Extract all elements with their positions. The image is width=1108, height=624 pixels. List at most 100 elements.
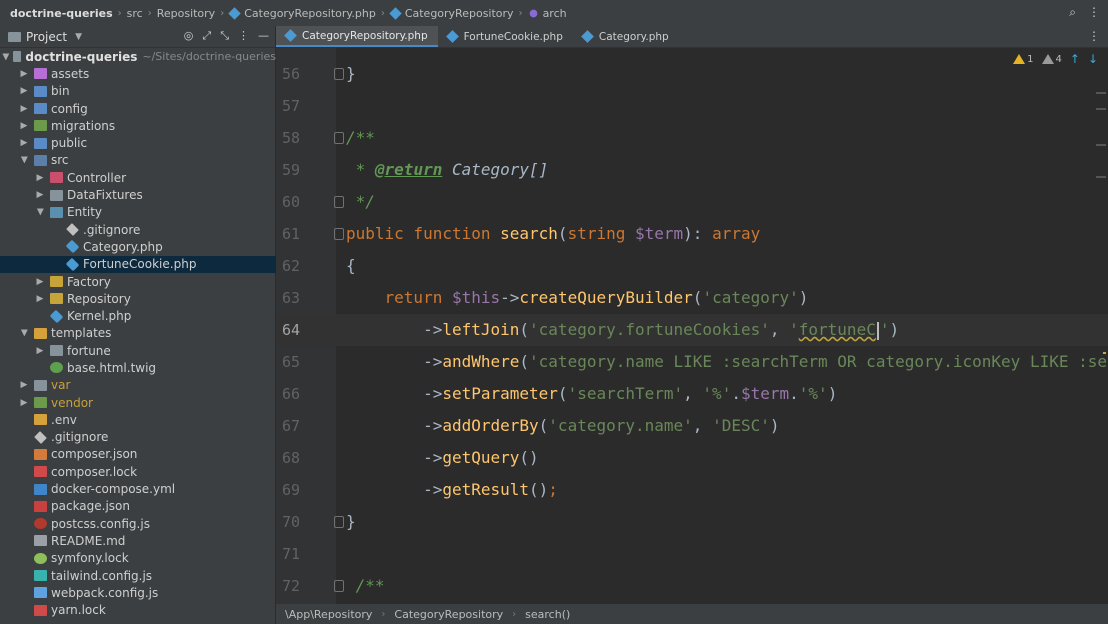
chevron-icon[interactable]: ▶ — [18, 104, 30, 114]
nav-crumb-file[interactable]: CategoryRepository.php — [228, 7, 376, 20]
tree-item[interactable]: postcss.config.js — [0, 515, 276, 532]
chevron-icon[interactable]: ▶ — [18, 380, 30, 390]
nav-crumb-method[interactable]: arch — [528, 7, 567, 20]
tree-item[interactable]: yarn.lock — [0, 602, 276, 619]
nav-crumb-class[interactable]: CategoryRepository — [389, 7, 514, 20]
nav-crumb-repository[interactable]: Repository — [157, 7, 216, 20]
tree-item[interactable]: docker-compose.yml — [0, 480, 276, 497]
chevron-icon[interactable]: ▶ — [34, 294, 46, 304]
tree-item[interactable]: ▶ DataFixtures — [0, 186, 276, 203]
tree-item-label: tailwind.config.js — [51, 568, 153, 583]
tree-item[interactable]: .gitignore — [0, 221, 276, 238]
tree-item[interactable]: composer.lock — [0, 463, 276, 480]
breadcrumb-method[interactable]: search() — [525, 608, 570, 621]
chevron-down-icon[interactable]: ▼ — [75, 32, 82, 42]
chevron-icon[interactable]: ▶ — [19, 327, 29, 339]
tree-item[interactable]: ▶ public — [0, 134, 276, 151]
chevron-icon[interactable]: ▶ — [34, 277, 46, 287]
chevron-icon[interactable]: ▶ — [34, 173, 46, 183]
tree-item[interactable]: composer.json — [0, 446, 276, 463]
nav-crumb-method-label: arch — [542, 6, 567, 20]
chevron-icon[interactable]: ▶ — [18, 69, 30, 79]
code-text: ->setParameter('searchTerm', '%'.$term.'… — [346, 384, 838, 403]
code-text: ->andWhere('category.name LIKE :searchTe… — [346, 352, 1108, 371]
tree-item[interactable]: symfony.lock — [0, 550, 276, 567]
text-caret — [876, 321, 879, 340]
tree-item[interactable]: ▶ migrations — [0, 117, 276, 134]
options-icon[interactable]: ⋮ — [238, 29, 249, 43]
chevron-icon[interactable]: ▶ — [35, 206, 45, 218]
tree-item[interactable]: .gitignore — [0, 429, 276, 446]
breadcrumb-namespace[interactable]: \App\Repository — [285, 608, 372, 621]
tree-item[interactable]: ▶ src — [0, 152, 276, 169]
tree-item[interactable]: ▶ bin — [0, 83, 276, 100]
tree-item[interactable]: ▶ var — [0, 377, 276, 394]
more-icon[interactable]: ⋮ — [1088, 29, 1100, 43]
code-editor[interactable]: 1 4 ↑ ↓ 56} 57 58/** 59 * @return Catego… — [276, 48, 1108, 604]
tab-category[interactable]: Category.php — [573, 26, 679, 47]
code-line: 67 ->addOrderBy('category.name', 'DESC') — [276, 410, 1108, 442]
php-class-icon — [581, 30, 594, 43]
tree-item-label: Kernel.php — [67, 309, 132, 324]
tree-item[interactable]: Kernel.php — [0, 307, 276, 324]
tree-item[interactable]: ▶ Factory — [0, 273, 276, 290]
npm-icon — [34, 500, 47, 512]
fold-marker-icon[interactable] — [334, 516, 344, 528]
breadcrumb-class[interactable]: CategoryRepository — [394, 608, 503, 621]
fold-marker-icon[interactable] — [334, 228, 344, 240]
tab-fortune-cookie[interactable]: FortuneCookie.php — [438, 26, 573, 47]
fold-marker-icon[interactable] — [334, 580, 344, 592]
nav-crumb-src[interactable]: src — [127, 7, 143, 20]
chevron-icon[interactable]: ▶ — [34, 346, 46, 356]
hide-icon[interactable]: — — [258, 29, 269, 43]
tree-item[interactable]: ▶ Entity — [0, 204, 276, 221]
collapse-all-icon[interactable]: ⤡ — [220, 29, 229, 43]
tree-item[interactable]: .env — [0, 411, 276, 428]
search-icon[interactable]: ⌕ — [1069, 5, 1076, 20]
tree-item[interactable]: ▶ fortune — [0, 342, 276, 359]
line-number: 56 — [281, 65, 300, 83]
tree-item-selected[interactable]: FortuneCookie.php — [0, 255, 276, 273]
locate-icon[interactable]: ◎ — [184, 29, 194, 43]
tree-item-label: Factory — [67, 274, 111, 289]
tree-item[interactable]: package.json — [0, 498, 276, 515]
more-icon[interactable]: ⋮ — [1088, 5, 1100, 20]
chevron-icon[interactable]: ▶ — [18, 86, 30, 96]
tree-item[interactable]: ▶ templates — [0, 325, 276, 342]
line-number: 57 — [281, 97, 300, 115]
tree-item[interactable]: ▶ Controller — [0, 169, 276, 186]
chevron-icon[interactable]: ▶ — [18, 121, 30, 131]
tree-item[interactable]: ▶ assets — [0, 65, 276, 82]
line-number: 67 — [281, 417, 300, 435]
code-line: 59 * @return Category[] — [276, 154, 1108, 186]
code-text: /** — [346, 576, 385, 595]
tree-item[interactable]: ▶ doctrine-queries ~/Sites/doctrine-querie… — [0, 48, 276, 65]
nav-crumb-project[interactable]: doctrine-queries — [10, 7, 113, 20]
code-line: 69 ->getResult(); — [276, 474, 1108, 506]
code-line: 62 { — [276, 250, 1108, 282]
code-text[interactable]: ->leftJoin('category.fortuneCookies', 'f… — [346, 314, 899, 346]
tree-item[interactable]: README.md — [0, 532, 276, 549]
chevron-icon[interactable]: ▶ — [18, 138, 30, 148]
tree-item-label: symfony.lock — [51, 551, 129, 566]
fold-marker-icon[interactable] — [334, 132, 344, 144]
code-text: ->addOrderBy('category.name', 'DESC') — [346, 416, 780, 435]
tree-item[interactable]: base.html.twig — [0, 359, 276, 376]
chevron-icon[interactable]: ▶ — [19, 154, 29, 166]
tab-category-repository[interactable]: CategoryRepository.php — [276, 26, 438, 47]
chevron-icon[interactable]: ▶ — [34, 190, 46, 200]
chevron-icon[interactable]: ▶ — [18, 398, 30, 408]
fold-marker-icon[interactable] — [334, 68, 344, 80]
tree-item[interactable]: ▶ Repository — [0, 290, 276, 307]
tree-item[interactable]: ▶ vendor — [0, 394, 276, 411]
tree-item[interactable]: Category.php — [0, 238, 276, 255]
tree-item[interactable]: webpack.config.js — [0, 584, 276, 601]
tree-item[interactable]: tailwind.config.js — [0, 567, 276, 584]
expand-all-icon[interactable]: ⤢ — [202, 29, 211, 43]
tree-item-label: assets — [51, 66, 90, 81]
chevron-icon[interactable]: ▶ — [1, 53, 11, 60]
tree-item[interactable]: ▶ config — [0, 100, 276, 117]
fold-marker-icon[interactable] — [334, 196, 344, 208]
tree-item-label: .gitignore — [51, 430, 109, 445]
project-view-selector[interactable]: Project — [26, 30, 67, 44]
